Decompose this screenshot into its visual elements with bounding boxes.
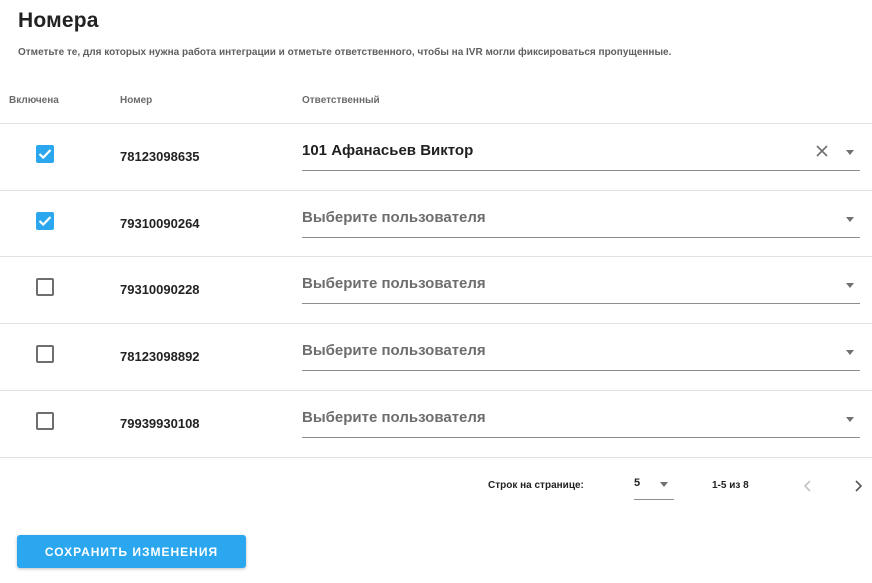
responsible-select[interactable]: 101 Афанасьев Виктор (302, 136, 860, 171)
header-responsible: Ответственный (302, 95, 380, 106)
responsible-placeholder: Выберите пользователя (302, 409, 486, 426)
responsible-select[interactable]: Выберите пользователя (302, 203, 860, 238)
phone-number: 79939930108 (120, 416, 200, 431)
enabled-checkbox[interactable] (36, 278, 54, 296)
phone-number: 79310090264 (120, 216, 200, 231)
table-row: 78123098635 101 Афанасьев Виктор (0, 124, 872, 190)
enabled-checkbox[interactable] (36, 145, 54, 163)
header-number: Номер (120, 95, 153, 106)
responsible-select[interactable]: Выберите пользователя (302, 269, 860, 304)
caret-down-icon (660, 482, 668, 487)
divider (0, 457, 872, 458)
table-row: 78123098892 Выберите пользователя (0, 324, 872, 390)
save-changes-button[interactable]: СОХРАНИТЬ ИЗМЕНЕНИЯ (17, 535, 246, 568)
enabled-checkbox[interactable] (36, 345, 54, 363)
caret-down-icon (846, 350, 854, 355)
page-title: Номера (18, 9, 99, 32)
header-enabled: Включена (9, 95, 59, 106)
phone-number: 78123098892 (120, 349, 200, 364)
chevron-left-icon[interactable] (803, 479, 813, 498)
close-icon[interactable] (815, 144, 829, 163)
enabled-checkbox[interactable] (36, 212, 54, 230)
responsible-placeholder: Выберите пользователя (302, 209, 486, 226)
chevron-right-icon[interactable] (853, 479, 863, 498)
table-row: 79310090228 Выберите пользователя (0, 257, 872, 323)
caret-down-icon (846, 283, 854, 288)
caret-down-icon (846, 150, 854, 155)
responsible-placeholder: Выберите пользователя (302, 275, 486, 292)
rows-per-page-label: Строк на странице: (488, 480, 584, 491)
responsible-value: 101 Афанасьев Виктор (302, 142, 474, 159)
table-row: 79310090264 Выберите пользователя (0, 191, 872, 257)
phone-number: 78123098635 (120, 149, 200, 164)
phone-number: 79310090228 (120, 282, 200, 297)
responsible-select[interactable]: Выберите пользователя (302, 403, 860, 438)
responsible-placeholder: Выберите пользователя (302, 342, 486, 359)
rows-per-page-select[interactable]: 5 (634, 472, 674, 500)
rows-per-page-value: 5 (634, 477, 641, 489)
responsible-select[interactable]: Выберите пользователя (302, 336, 860, 371)
caret-down-icon (846, 217, 854, 222)
numbers-page: Номера Отметьте те, для которых нужна ра… (0, 0, 872, 583)
enabled-checkbox[interactable] (36, 412, 54, 430)
table-row: 79939930108 Выберите пользователя (0, 391, 872, 457)
check-icon (38, 216, 52, 227)
caret-down-icon (846, 417, 854, 422)
pagination-range: 1-5 из 8 (712, 480, 749, 491)
check-icon (38, 149, 52, 160)
page-subtitle: Отметьте те, для которых нужна работа ин… (18, 47, 672, 58)
